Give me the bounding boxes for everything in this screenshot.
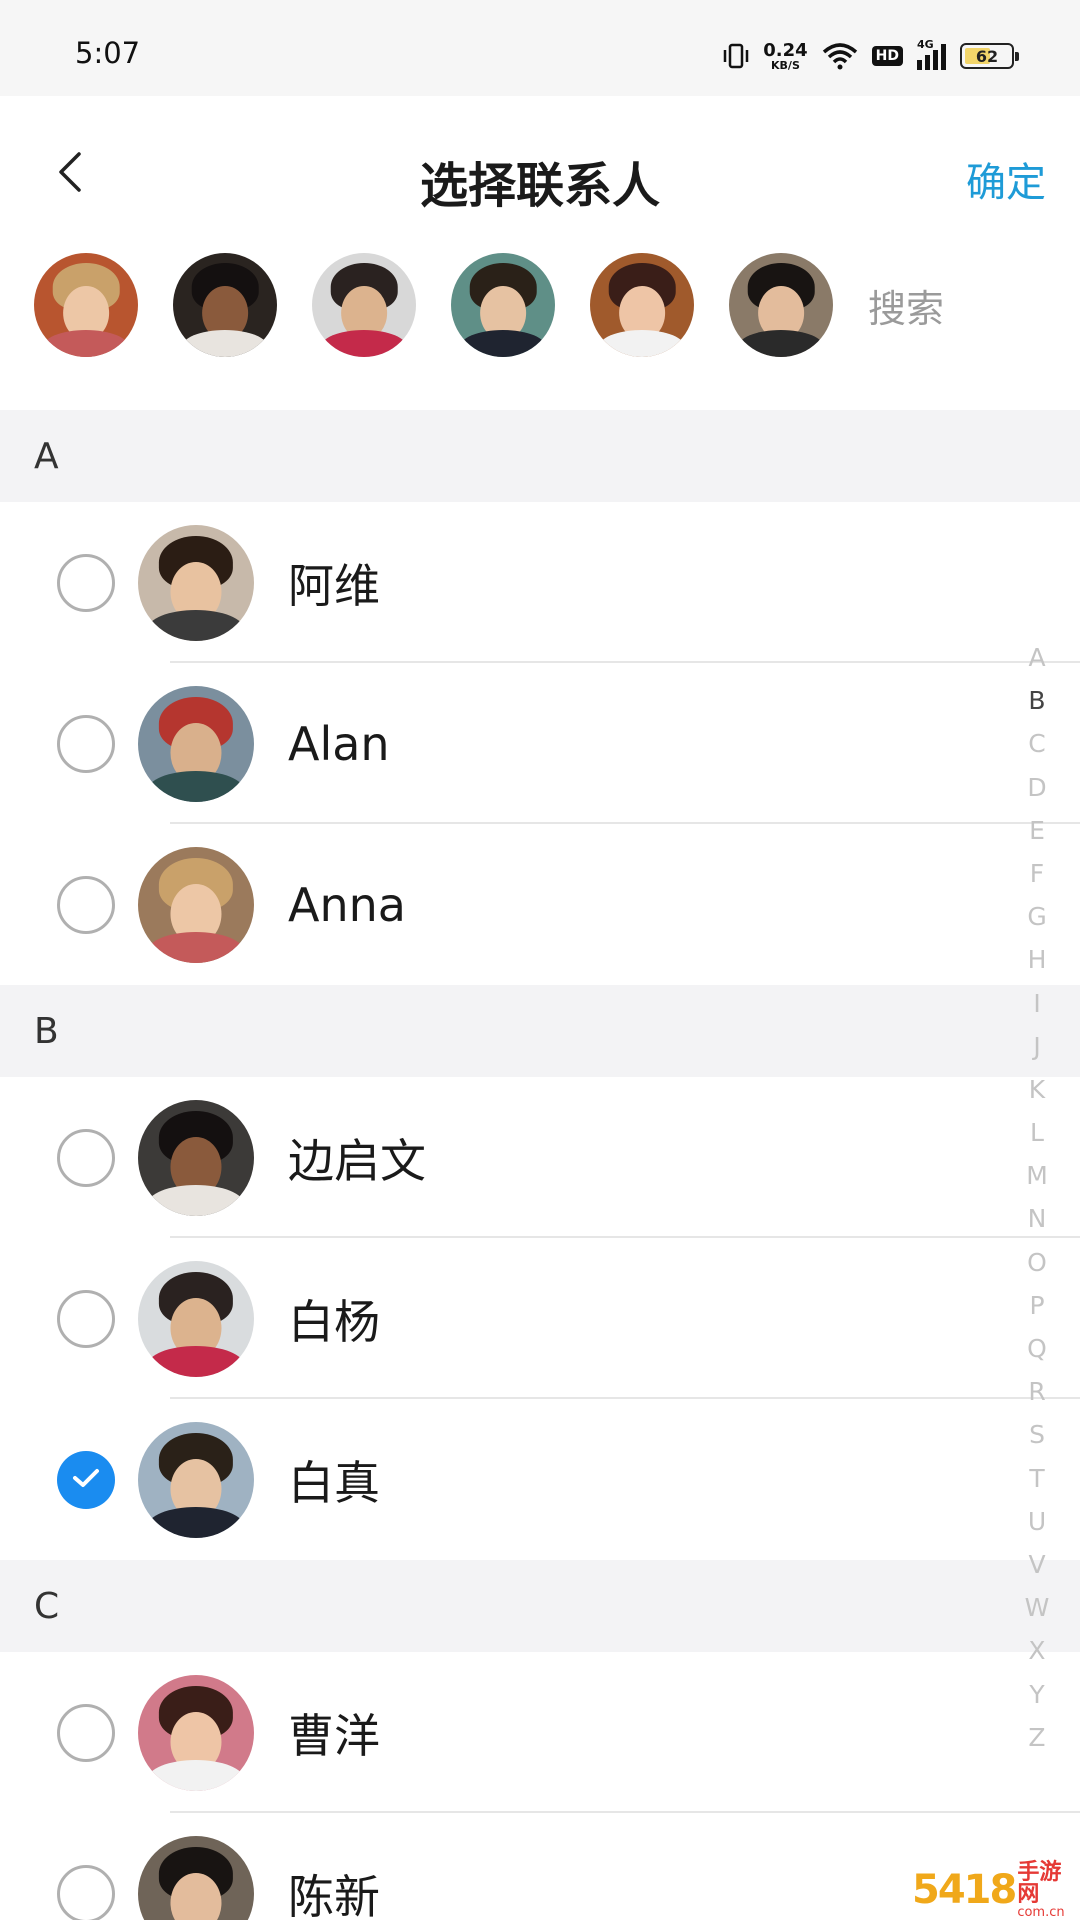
index-letter-p[interactable]: P: [1029, 1284, 1044, 1327]
contact-avatar: [138, 1835, 254, 1920]
status-time: 5:07: [75, 36, 141, 70]
selected-contacts-strip: 搜索: [0, 250, 1080, 360]
status-bar: 5:07 0.24 KB/S HD 4G 62: [0, 0, 1080, 96]
index-letter-y[interactable]: Y: [1029, 1673, 1044, 1716]
confirm-button[interactable]: 确定: [966, 150, 1046, 208]
contact-avatar: [138, 1674, 254, 1791]
contact-name: 白真: [288, 1455, 380, 1510]
index-letter-s[interactable]: S: [1029, 1413, 1045, 1456]
index-letter-e[interactable]: E: [1029, 809, 1045, 852]
search-input[interactable]: 搜索: [868, 278, 944, 333]
index-letter-h[interactable]: H: [1028, 938, 1047, 981]
section-header-c: C: [0, 1560, 1080, 1652]
contact-name: 陈新: [288, 1869, 380, 1920]
contact-row[interactable]: 边启文: [0, 1077, 1080, 1238]
checkbox-unchecked[interactable]: [57, 1703, 115, 1762]
network-speed-value: 0.24: [763, 39, 808, 61]
page-title: 选择联系人: [419, 158, 660, 214]
index-letter-d[interactable]: D: [1027, 766, 1046, 809]
index-letter-i[interactable]: I: [1033, 982, 1040, 1025]
contact-avatar: [138, 1099, 254, 1216]
index-letter-n[interactable]: N: [1028, 1197, 1047, 1240]
header: 选择联系人 确定: [0, 96, 1080, 258]
checkmark-icon: [71, 1466, 101, 1494]
contact-avatar: [138, 1260, 254, 1377]
checkbox-unchecked[interactable]: [57, 1128, 115, 1187]
index-letter-f[interactable]: F: [1030, 852, 1044, 895]
checkbox-unchecked[interactable]: [57, 1289, 115, 1348]
battery-level: 62: [975, 46, 999, 66]
contact-avatar: [138, 685, 254, 802]
contact-name: Anna: [288, 877, 406, 932]
section-header-b: B: [0, 985, 1080, 1077]
index-letter-z[interactable]: Z: [1028, 1716, 1045, 1759]
checkbox-unchecked[interactable]: [57, 875, 115, 934]
contact-row[interactable]: 白真: [0, 1399, 1080, 1560]
network-speed-unit: KB/S: [771, 58, 800, 72]
contact-avatar: [138, 846, 254, 963]
index-letter-o[interactable]: O: [1027, 1241, 1047, 1284]
contact-avatar: [138, 524, 254, 641]
index-letter-k[interactable]: K: [1029, 1068, 1045, 1111]
index-letter-g[interactable]: G: [1027, 895, 1046, 938]
index-letter-j[interactable]: J: [1033, 1025, 1040, 1068]
index-letter-c[interactable]: C: [1028, 722, 1045, 765]
contact-name: 曹洋: [288, 1708, 380, 1763]
contact-row[interactable]: 阿维: [0, 502, 1080, 663]
vibrate-icon: [723, 42, 749, 70]
checkbox-unchecked[interactable]: [57, 1864, 115, 1920]
watermark-number: 5418: [912, 1867, 1017, 1913]
checkbox-checked[interactable]: [57, 1450, 115, 1509]
checkbox-unchecked[interactable]: [57, 553, 115, 612]
checkbox-unchecked[interactable]: [57, 714, 115, 773]
contact-row[interactable]: 曹洋: [0, 1652, 1080, 1813]
contact-name: 白杨: [288, 1294, 380, 1349]
contact-name: Alan: [288, 716, 390, 771]
index-letter-a[interactable]: A: [1028, 636, 1045, 679]
index-letter-r[interactable]: R: [1028, 1370, 1045, 1413]
contact-row[interactable]: 白杨: [0, 1238, 1080, 1399]
battery-icon: 62: [960, 43, 1019, 69]
index-letter-u[interactable]: U: [1028, 1500, 1046, 1543]
network-type-label: 4G: [917, 38, 934, 51]
watermark-text: 手游网: [1017, 1859, 1062, 1907]
selected-contact-avatar-4[interactable]: [451, 253, 555, 357]
hd-icon: HD: [871, 46, 903, 66]
selected-contact-avatar-5[interactable]: [590, 253, 694, 357]
contact-row[interactable]: Anna: [0, 824, 1080, 985]
contact-avatar: [138, 1421, 254, 1538]
index-letter-m[interactable]: M: [1026, 1154, 1048, 1197]
wifi-icon: [822, 42, 858, 70]
watermark-domain: com.cn: [1017, 1904, 1065, 1920]
contact-name: 阿维: [288, 558, 380, 613]
selected-contact-avatar-3[interactable]: [312, 253, 416, 357]
index-letter-t[interactable]: T: [1029, 1457, 1044, 1500]
index-letter-w[interactable]: W: [1025, 1586, 1050, 1629]
index-letter-v[interactable]: V: [1028, 1543, 1045, 1586]
index-letter-b[interactable]: B: [1028, 679, 1045, 722]
index-letter-q[interactable]: Q: [1027, 1327, 1047, 1370]
status-icons: 0.24 KB/S HD 4G 62: [723, 36, 1019, 76]
index-letter-x[interactable]: X: [1028, 1629, 1045, 1672]
signal-icon: 4G: [917, 38, 946, 70]
network-speed: 0.24 KB/S: [763, 39, 808, 72]
section-header-a: A: [0, 410, 1080, 502]
contact-row[interactable]: Alan: [0, 663, 1080, 824]
contact-list: A 阿维 Alan Anna B 边启文白杨白真 C 曹洋陈新: [0, 410, 1080, 1920]
selected-contact-avatar-6[interactable]: [729, 253, 833, 357]
contact-name: 边启文: [288, 1133, 426, 1188]
alphabet-index[interactable]: ABCDEFGHIJKLMNOPQRSTUVWXYZ: [1012, 636, 1062, 1759]
selected-contact-avatar-1[interactable]: [34, 253, 138, 357]
watermark-logo: 5418 手游网 com.cn: [912, 1859, 1072, 1920]
selected-contact-avatar-2[interactable]: [173, 253, 277, 357]
index-letter-l[interactable]: L: [1030, 1111, 1044, 1154]
